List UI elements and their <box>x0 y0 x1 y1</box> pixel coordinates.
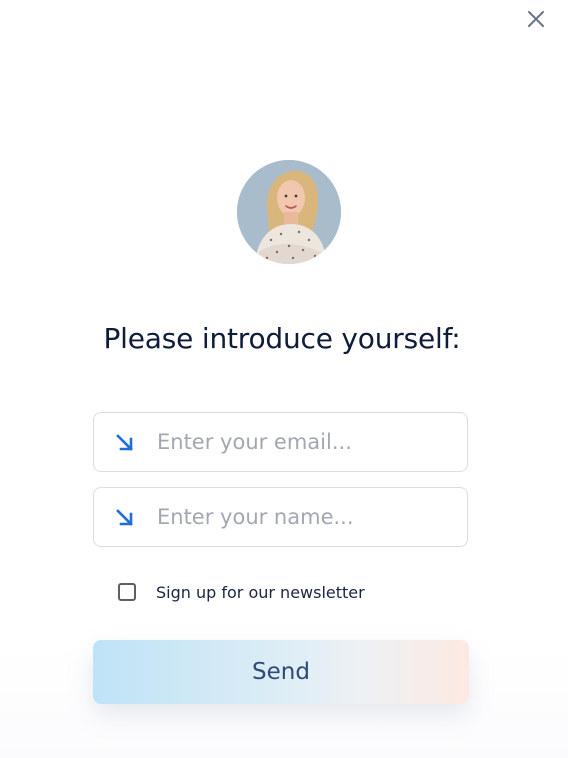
close-icon[interactable] <box>526 9 546 29</box>
avatar <box>237 160 341 264</box>
newsletter-option[interactable]: Sign up for our newsletter <box>118 580 365 604</box>
send-button[interactable]: Send <box>93 640 469 704</box>
newsletter-checkbox[interactable] <box>118 583 136 601</box>
page-title: Please introduce yourself: <box>103 322 461 355</box>
arrow-down-right-icon <box>114 432 136 454</box>
arrow-down-right-icon <box>114 507 136 529</box>
newsletter-label: Sign up for our newsletter <box>156 582 365 602</box>
signup-dialog: Please introduce yourself: Sign up for o… <box>0 0 568 758</box>
name-input[interactable] <box>157 498 452 536</box>
email-input[interactable] <box>157 423 452 461</box>
email-field[interactable] <box>93 412 468 472</box>
name-field[interactable] <box>93 487 468 547</box>
